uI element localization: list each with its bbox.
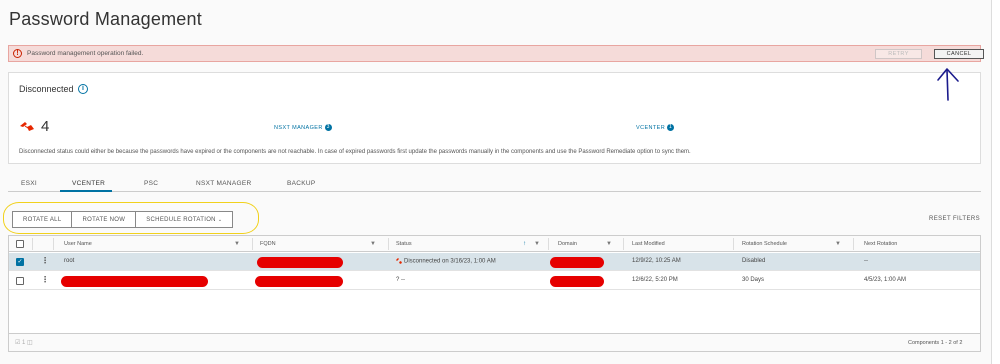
cell-rotation-schedule: Disabled xyxy=(742,258,766,264)
row-checkbox[interactable]: ✓ xyxy=(16,258,24,266)
select-all-checkbox[interactable] xyxy=(16,240,24,248)
table-row[interactable]: ✓ ⋮ root Disconnected on 3/16/23, 1:00 A… xyxy=(9,253,980,271)
column-separator xyxy=(32,238,33,250)
error-alert: ! Password management operation failed. … xyxy=(8,45,984,62)
tab-nsxt-manager[interactable]: NSXT MANAGER xyxy=(196,180,252,187)
filter-icon[interactable]: ▼ xyxy=(370,241,376,247)
sort-ascending-icon[interactable]: ↑ xyxy=(523,241,526,247)
redaction-mark xyxy=(550,276,604,287)
retry-button[interactable]: RETRY xyxy=(875,49,922,59)
column-status[interactable]: Status xyxy=(396,241,412,247)
cell-rotation-schedule: 30 Days xyxy=(742,277,765,283)
redaction-mark xyxy=(550,257,604,268)
grid-footer: ☑ 1 ◫ Components 1 - 2 of 2 xyxy=(9,333,980,351)
info-icon[interactable]: i xyxy=(78,84,88,94)
row-actions-icon[interactable]: ⋮ xyxy=(41,275,49,285)
status-text: Disconnected on 3/16/23, 1:00 AM xyxy=(404,258,496,265)
highlight-annotation xyxy=(3,202,259,234)
table-row[interactable]: ⋮ ? -- 12/6/22, 5:20 PM 30 Days 4/5/23, … xyxy=(9,272,980,290)
cell-next-rotation: -- xyxy=(864,258,868,264)
tab-psc[interactable]: PSC xyxy=(144,180,158,187)
vcenter-label: VCENTER xyxy=(636,124,666,131)
tab-vcenter[interactable]: VCENTER xyxy=(72,180,105,187)
vcenter-count-badge: 1 xyxy=(667,124,675,131)
component-tabs: ESXI VCENTER PSC NSXT MANAGER BACKUP xyxy=(8,178,981,192)
password-grid: User Name ▼ FQDN ▼ Status ↑ ▼ Domain ▼ L… xyxy=(8,235,981,352)
tab-backup[interactable]: BACKUP xyxy=(287,180,316,187)
column-rotation-schedule[interactable]: Rotation Schedule xyxy=(742,241,787,247)
column-fqdn[interactable]: FQDN xyxy=(260,241,276,247)
disconnected-count: 4 xyxy=(41,118,50,135)
column-next-rotation[interactable]: Next Rotation xyxy=(864,241,897,247)
active-tab-indicator xyxy=(60,190,112,192)
cell-user-name: root xyxy=(64,258,75,264)
column-separator xyxy=(252,238,253,250)
summary-title: Disconnected xyxy=(19,84,74,94)
cell-last-modified: 12/9/22, 10:25 AM xyxy=(632,258,681,264)
cell-status: ? -- xyxy=(396,277,405,283)
pagination-text: Components 1 - 2 of 2 xyxy=(908,340,963,346)
tab-esxi[interactable]: ESXI xyxy=(21,180,37,187)
filter-icon[interactable]: ▼ xyxy=(835,241,841,247)
disconnected-summary-card: Disconnected i 4 NSXT MANAGER 3 VCENTER … xyxy=(8,72,981,164)
nsxt-manager-link[interactable]: NSXT MANAGER 3 xyxy=(274,124,332,131)
alert-message: Password management operation failed. xyxy=(27,50,144,57)
selection-count: ☑ 1 ◫ xyxy=(15,340,33,346)
column-separator xyxy=(388,238,389,250)
column-last-modified[interactable]: Last Modified xyxy=(632,241,665,247)
row-checkbox[interactable] xyxy=(16,277,24,285)
disconnected-icon xyxy=(20,122,34,131)
grid-header: User Name ▼ FQDN ▼ Status ↑ ▼ Domain ▼ L… xyxy=(9,236,980,252)
column-user-name[interactable]: User Name xyxy=(64,241,92,247)
error-icon: ! xyxy=(13,49,22,58)
redaction-mark xyxy=(61,276,208,287)
page-title: Password Management xyxy=(9,9,202,29)
redaction-mark xyxy=(255,276,343,287)
column-separator xyxy=(733,238,734,250)
column-separator xyxy=(623,238,624,250)
nsxt-manager-label: NSXT MANAGER xyxy=(274,124,323,131)
nsxt-count-badge: 3 xyxy=(324,124,332,131)
disconnected-icon xyxy=(396,258,402,264)
password-management-panel: Password Management ! Password managemen… xyxy=(0,0,992,364)
cell-next-rotation: 4/5/23, 1:00 AM xyxy=(864,277,907,283)
row-actions-icon[interactable]: ⋮ xyxy=(41,256,49,266)
vcenter-link[interactable]: VCENTER 1 xyxy=(636,124,675,131)
filter-icon[interactable]: ▼ xyxy=(606,241,612,247)
cell-last-modified: 12/6/22, 5:20 PM xyxy=(632,277,678,283)
cell-status: Disconnected on 3/16/23, 1:00 AM xyxy=(396,258,496,265)
filter-icon[interactable]: ▼ xyxy=(534,241,540,247)
column-domain[interactable]: Domain xyxy=(558,241,577,247)
redaction-mark xyxy=(257,257,343,268)
column-separator xyxy=(853,238,854,250)
column-separator xyxy=(53,238,54,250)
selected-count-value: 1 xyxy=(22,340,26,346)
annotation-arrow-icon xyxy=(937,68,959,101)
column-separator xyxy=(548,238,549,250)
reset-filters-link[interactable]: RESET FILTERS xyxy=(929,216,980,222)
filter-icon[interactable]: ▼ xyxy=(234,241,240,247)
right-gutter xyxy=(992,0,1000,364)
cancel-button[interactable]: CANCEL xyxy=(934,49,984,59)
summary-description: Disconnected status could either be beca… xyxy=(19,149,691,155)
